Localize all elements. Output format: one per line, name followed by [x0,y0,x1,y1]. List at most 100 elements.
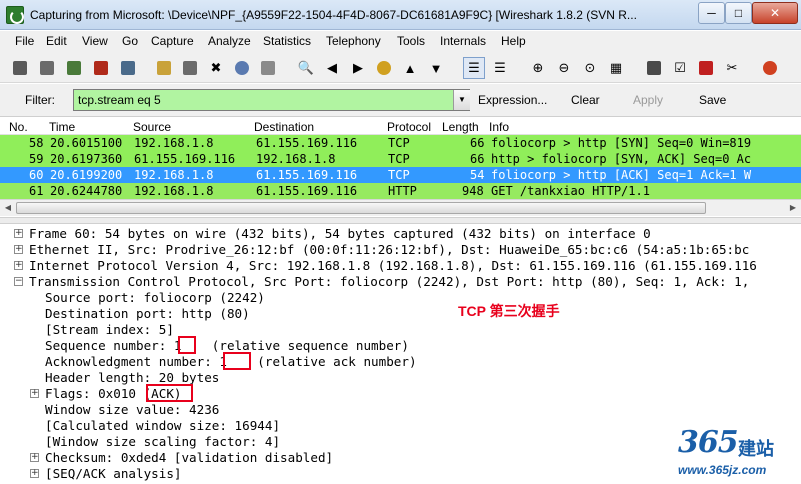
detail-line-window-size[interactable]: Window size value: 4236 [0,402,801,418]
preferences-icon[interactable]: ✂ [721,57,743,79]
menu-telephony[interactable]: Telephony [326,34,381,48]
go-to-packet-icon[interactable] [373,57,395,79]
interfaces-icon[interactable] [9,57,31,79]
menu-file[interactable]: File [15,34,34,48]
go-back-icon[interactable]: ◀ [321,57,343,79]
column-header-time[interactable]: Time [49,120,75,134]
scroll-thumb[interactable] [16,202,706,214]
detail-line-stream-index[interactable]: [Stream index: 5] [0,322,801,338]
pane-divider[interactable] [0,217,801,224]
column-header-no[interactable]: No. [9,120,28,134]
packet-length: 948 [462,184,484,198]
expand-icon[interactable]: + [14,245,23,254]
packet-length: 54 [470,168,485,182]
detail-line-source-port[interactable]: Source port: foliocorp (2242) [0,290,801,306]
find-packet-icon[interactable]: 🔍 [295,57,317,79]
filter-label: Filter: [25,93,55,107]
open-file-icon[interactable] [153,57,175,79]
menu-go[interactable]: Go [122,34,138,48]
capture-filters-icon[interactable] [643,57,665,79]
help-icon[interactable] [759,57,781,79]
packet-protocol: TCP [388,168,410,182]
packet-row[interactable]: 59 20.6197360 61.155.169.116 192.168.1.8… [0,151,801,167]
packet-no: 59 [29,152,44,166]
colorize-icon[interactable]: ☰ [463,57,485,79]
menu-tools[interactable]: Tools [397,34,425,48]
column-header-protocol[interactable]: Protocol [387,120,431,134]
column-header-length[interactable]: Length [442,120,479,134]
packet-row-selected[interactable]: 60 20.6199200 192.168.1.8 61.155.169.116… [0,167,801,183]
packet-source: 192.168.1.8 [134,168,214,182]
zoom-in-icon[interactable]: ⊕ [527,57,549,79]
menu-analyze[interactable]: Analyze [208,34,251,48]
close-button[interactable]: ✕ [752,2,798,24]
expand-icon[interactable]: + [14,229,23,238]
minimize-button[interactable]: ─ [698,2,725,24]
restart-capture-icon[interactable] [117,57,139,79]
reload-icon[interactable] [231,57,253,79]
column-header-destination[interactable]: Destination [254,120,314,134]
filter-dropdown-icon[interactable]: ▼ [453,90,470,110]
packet-row[interactable]: 61 20.6244780 192.168.1.8 61.155.169.116… [0,183,801,199]
clear-button[interactable]: Clear [571,93,600,107]
collapse-icon[interactable]: − [14,277,23,286]
packet-time: 20.6015100 [50,136,123,150]
watermark-brand: 建站 [738,439,774,459]
maximize-button[interactable]: □ [725,2,752,24]
apply-button[interactable]: Apply [633,93,663,107]
print-icon[interactable] [257,57,279,79]
packet-no: 60 [29,168,44,182]
packet-row[interactable]: 58 20.6015100 192.168.1.8 61.155.169.116… [0,135,801,151]
detail-line-ack-number[interactable]: Acknowledgment number: 1 (relative ack n… [0,354,801,370]
expand-icon[interactable]: + [30,453,39,462]
packet-no: 58 [29,136,44,150]
close-file-icon[interactable]: ✖ [205,57,227,79]
scroll-right-icon[interactable]: ▶ [786,202,800,214]
packet-list-horizontal-scrollbar[interactable]: ◀ ▶ [0,199,801,216]
go-first-icon[interactable]: ▲ [399,57,421,79]
detail-line-flags[interactable]: + Flags: 0x010 (ACK) [0,386,801,402]
auto-scroll-icon[interactable]: ☰ [489,57,511,79]
detail-line-ethernet[interactable]: + Ethernet II, Src: Prodrive_26:12:bf (0… [0,242,801,258]
save-file-icon[interactable] [179,57,201,79]
detail-line-ipv4[interactable]: + Internet Protocol Version 4, Src: 192.… [0,258,801,274]
menu-statistics[interactable]: Statistics [263,34,311,48]
coloring-rules-icon[interactable] [695,57,717,79]
start-capture-icon[interactable] [63,57,85,79]
menu-internals[interactable]: Internals [440,34,486,48]
display-filter-input[interactable]: tcp.stream eq 5 [73,89,470,111]
detail-line-tcp[interactable]: − Transmission Control Protocol, Src Por… [0,274,801,290]
expression-button[interactable]: Expression... [478,93,547,107]
site-watermark-logo: 365 建站 www.365jz.com [670,425,795,480]
watermark-url: www.365jz.com [678,463,767,477]
save-filter-button[interactable]: Save [699,93,726,107]
options-icon[interactable] [36,57,58,79]
column-header-source[interactable]: Source [133,120,171,134]
highlight-flags-box [146,384,193,402]
go-last-icon[interactable]: ▼ [425,57,447,79]
menu-capture[interactable]: Capture [151,34,194,48]
packet-source: 61.155.169.116 [134,152,236,166]
menu-edit[interactable]: Edit [46,34,67,48]
display-filters-icon[interactable]: ☑ [669,57,691,79]
resize-columns-icon[interactable]: ▦ [605,57,627,79]
detail-line-sequence-number[interactable]: Sequence number: 1 (relative sequence nu… [0,338,801,354]
scroll-left-icon[interactable]: ◀ [1,202,15,214]
detail-line-frame[interactable]: + Frame 60: 54 bytes on wire (432 bits),… [0,226,801,242]
main-toolbar: ✖ 🔍 ◀ ▶ ▲ ▼ ☰ ☰ ⊕ ⊖ ⊙ ▦ ☑ ✂ [0,53,801,83]
expand-icon[interactable]: + [14,261,23,270]
expand-icon[interactable]: + [30,389,39,398]
normal-size-icon[interactable]: ⊙ [579,57,601,79]
detail-line-destination-port[interactable]: Destination port: http (80) [0,306,801,322]
packet-info: http > foliocorp [SYN, ACK] Seq=0 Ac [491,152,752,166]
menu-help[interactable]: Help [501,34,526,48]
packet-time: 20.6197360 [50,152,123,166]
column-header-info[interactable]: Info [489,120,509,134]
detail-line-header-length[interactable]: Header length: 20 bytes [0,370,801,386]
go-forward-icon[interactable]: ▶ [347,57,369,79]
zoom-out-icon[interactable]: ⊖ [553,57,575,79]
stop-capture-icon[interactable] [90,57,112,79]
menu-view[interactable]: View [82,34,108,48]
expand-icon[interactable]: + [30,469,39,478]
packet-destination: 192.168.1.8 [256,152,336,166]
